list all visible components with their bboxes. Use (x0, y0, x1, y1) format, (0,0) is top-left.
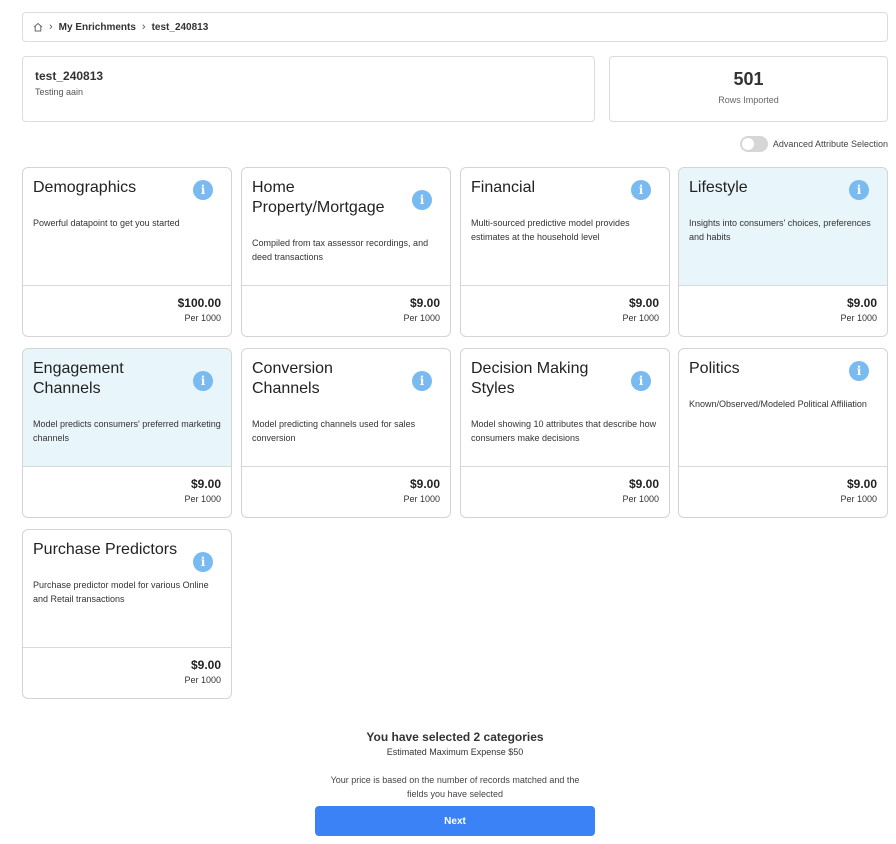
home-icon[interactable] (33, 22, 43, 32)
card-title: Conversion Channels (252, 360, 333, 397)
enrichment-description: Testing aain (35, 87, 84, 97)
card-footer: $9.00 Per 1000 (461, 467, 669, 504)
card-footer: $9.00 Per 1000 (679, 286, 887, 323)
card-price: $9.00 (190, 658, 221, 672)
card-description: Multi-sourced predictive model provides … (471, 218, 630, 242)
card-title: Engagement Channels (33, 360, 124, 397)
info-icon[interactable]: i (412, 190, 432, 210)
card-description: Powerful datapoint to get you started (33, 218, 180, 228)
card-title: Decision Making Styles (471, 360, 589, 397)
card-description: Compiled from tax assessor recordings, a… (252, 238, 429, 262)
rows-imported-card: 501 Rows Imported (609, 56, 888, 122)
category-card-home-property[interactable]: Home Property/Mortgage i Compiled from t… (241, 167, 451, 337)
card-description: Model showing 10 attributes that describ… (471, 419, 657, 443)
card-footer: $9.00 Per 1000 (242, 286, 450, 323)
card-unit: Per 1000 (622, 494, 659, 504)
card-footer: $100.00 Per 1000 (23, 286, 231, 323)
card-footer: $9.00 Per 1000 (461, 286, 669, 323)
card-header: Politics i Known/Observed/Modeled Politi… (679, 349, 887, 467)
card-header: Purchase Predictors i Purchase predictor… (23, 530, 231, 648)
category-card-conversion-channels[interactable]: Conversion Channels i Model predicting c… (241, 348, 451, 518)
chevron-right-icon: › (141, 21, 146, 33)
advanced-attribute-toggle[interactable]: Advanced Attribute Selection (739, 136, 888, 152)
card-title: Demographics (33, 179, 137, 196)
selected-count-text: You have selected 2 categories (366, 730, 544, 744)
info-icon[interactable]: i (849, 180, 869, 200)
card-footer: $9.00 Per 1000 (23, 467, 231, 504)
card-header: Decision Making Styles i Model showing 1… (461, 349, 669, 467)
rows-label: Rows Imported (718, 95, 779, 105)
card-footer: $9.00 Per 1000 (242, 467, 450, 504)
category-card-financial[interactable]: Financial i Multi-sourced predictive mod… (460, 167, 670, 337)
card-price: $9.00 (846, 477, 877, 491)
info-icon[interactable]: i (193, 371, 213, 391)
info-icon[interactable]: i (631, 180, 651, 200)
category-card-decision-making-styles[interactable]: Decision Making Styles i Model showing 1… (460, 348, 670, 518)
card-description: Known/Observed/Modeled Political Affilia… (689, 399, 867, 409)
card-description: Purchase predictor model for various Onl… (33, 580, 209, 604)
card-unit: Per 1000 (184, 494, 221, 504)
card-unit: Per 1000 (622, 313, 659, 323)
category-card-politics[interactable]: Politics i Known/Observed/Modeled Politi… (678, 348, 888, 518)
card-footer: $9.00 Per 1000 (23, 648, 231, 685)
card-price: $9.00 (628, 296, 659, 310)
breadcrumb-current: test_240813 (151, 21, 209, 33)
info-icon[interactable]: i (193, 552, 213, 572)
enrichment-info-card: test_240813 Testing aain (22, 56, 595, 122)
card-header: Conversion Channels i Model predicting c… (242, 349, 450, 467)
rows-count: 501 (733, 69, 764, 89)
info-icon[interactable]: i (849, 361, 869, 381)
selection-summary: You have selected 2 categories Estimated… (0, 730, 896, 801)
card-price: $9.00 (409, 477, 440, 491)
card-footer: $9.00 Per 1000 (679, 467, 887, 504)
card-header: Engagement Channels i Model predicts con… (23, 349, 231, 467)
card-header: Financial i Multi-sourced predictive mod… (461, 168, 669, 286)
enrichment-name: test_240813 (35, 69, 104, 83)
card-title: Financial (471, 179, 536, 196)
info-icon[interactable]: i (631, 371, 651, 391)
toggle-knob (741, 138, 754, 150)
next-button[interactable]: Next (315, 806, 595, 836)
card-unit: Per 1000 (403, 494, 440, 504)
card-title: Home Property/Mortgage (252, 179, 385, 216)
card-unit: Per 1000 (840, 494, 877, 504)
advanced-attribute-label: Advanced Attribute Selection (772, 139, 888, 149)
card-price: $100.00 (177, 296, 221, 310)
card-description: Model predicting channels used for sales… (252, 419, 416, 443)
card-unit: Per 1000 (184, 313, 221, 323)
estimated-expense-text: Estimated Maximum Expense $50 (386, 747, 524, 757)
breadcrumb: › My Enrichments › test_240813 (22, 12, 888, 42)
category-card-purchase-predictors[interactable]: Purchase Predictors i Purchase predictor… (22, 529, 232, 699)
card-description: Insights into consumers' choices, prefer… (689, 218, 871, 242)
card-header: Demographics i Powerful datapoint to get… (23, 168, 231, 286)
card-unit: Per 1000 (184, 675, 221, 685)
info-icon[interactable]: i (412, 371, 432, 391)
card-title: Purchase Predictors (33, 541, 178, 558)
breadcrumb-my-enrichments[interactable]: My Enrichments (59, 22, 136, 33)
card-price: $9.00 (409, 296, 440, 310)
card-price: $9.00 (846, 296, 877, 310)
category-card-engagement-channels[interactable]: Engagement Channels i Model predicts con… (22, 348, 232, 518)
card-unit: Per 1000 (840, 313, 877, 323)
info-icon[interactable]: i (193, 180, 213, 200)
card-title: Politics (689, 360, 740, 377)
card-description: Model predicts consumers' preferred mark… (33, 419, 221, 443)
card-price: $9.00 (190, 477, 221, 491)
toggle-switch[interactable] (739, 136, 768, 152)
chevron-right-icon: › (49, 21, 53, 33)
card-unit: Per 1000 (403, 313, 440, 323)
card-header: Lifestyle i Insights into consumers' cho… (679, 168, 887, 286)
category-card-demographics[interactable]: Demographics i Powerful datapoint to get… (22, 167, 232, 337)
card-title: Lifestyle (689, 179, 748, 196)
pricing-note: Your price is based on the number of rec… (330, 775, 580, 799)
card-price: $9.00 (628, 477, 659, 491)
category-card-lifestyle[interactable]: Lifestyle i Insights into consumers' cho… (678, 167, 888, 337)
card-header: Home Property/Mortgage i Compiled from t… (242, 168, 450, 286)
